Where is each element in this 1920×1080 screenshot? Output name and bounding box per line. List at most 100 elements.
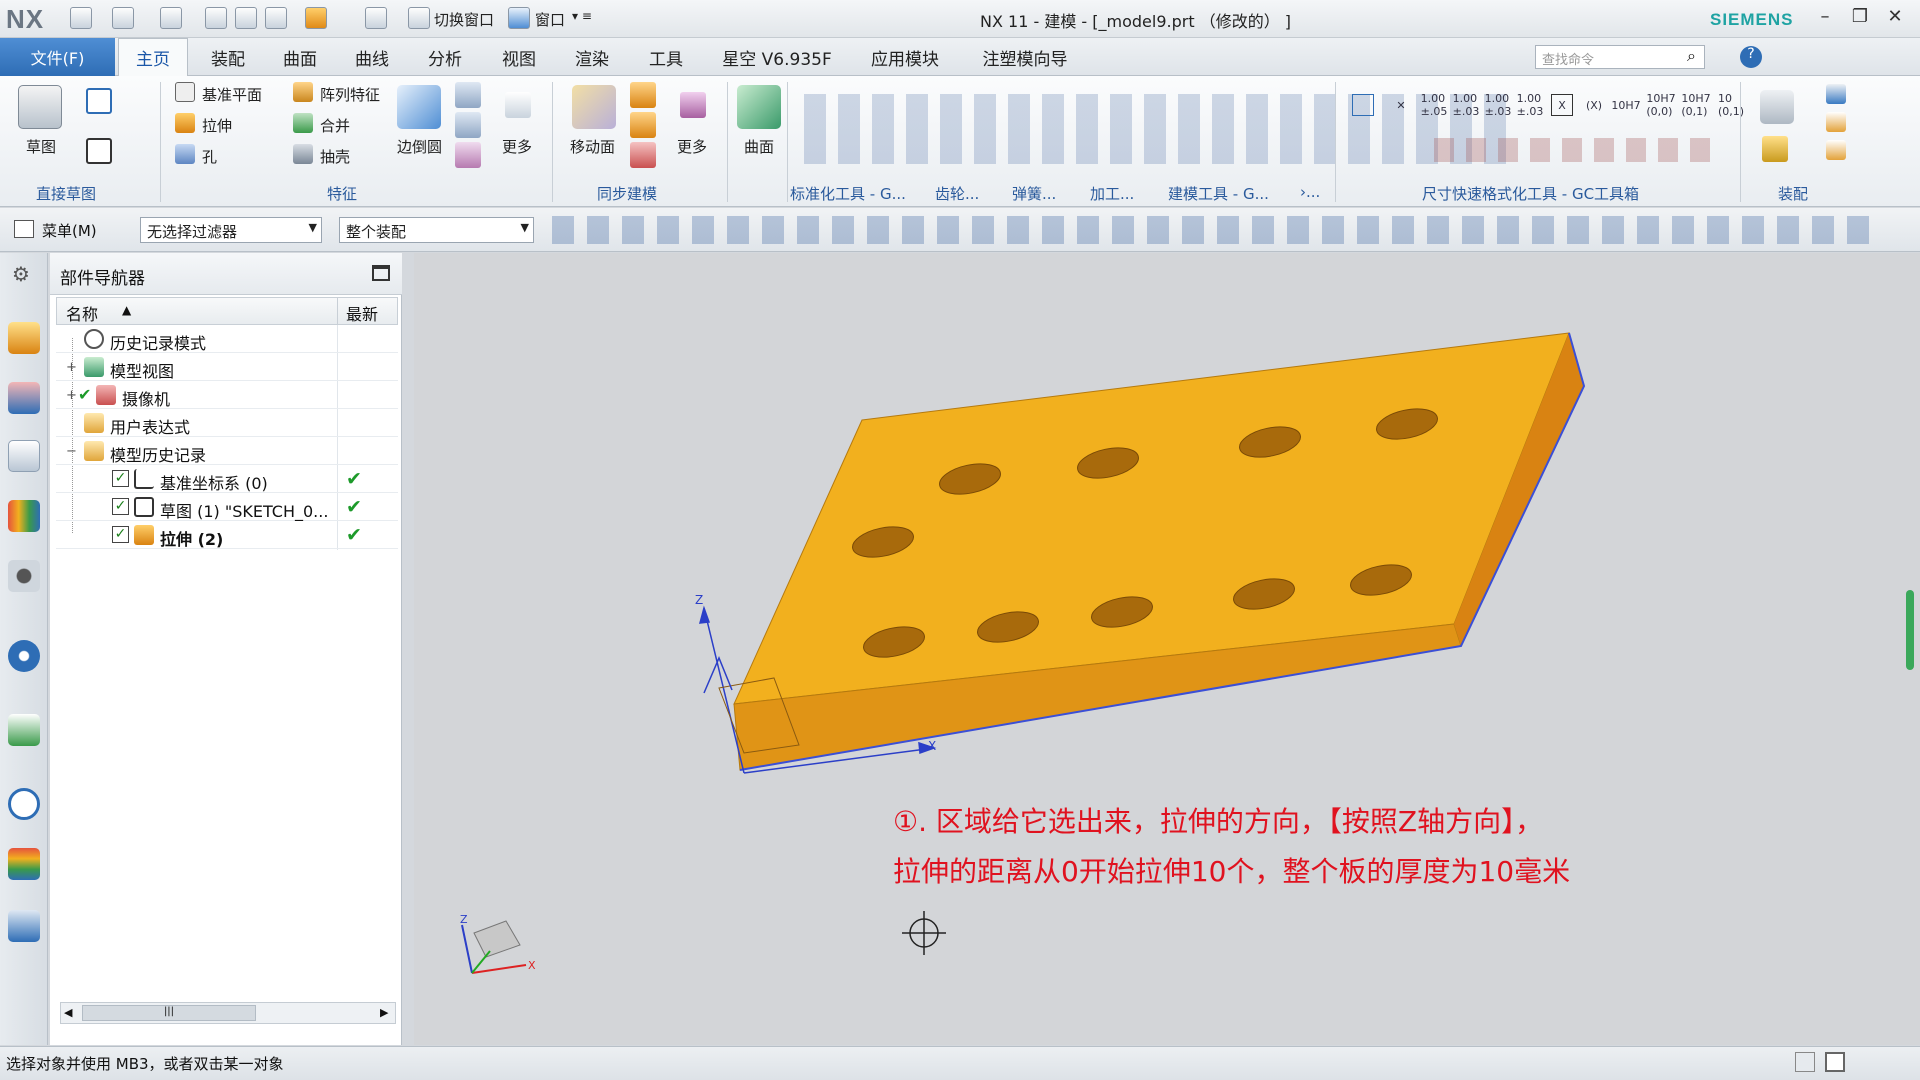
box-x-icon[interactable]: X bbox=[1551, 94, 1573, 116]
roles-icon[interactable] bbox=[8, 910, 40, 942]
pattern-feature-button[interactable]: 阵列特征 bbox=[320, 84, 380, 105]
feature-small-icon[interactable] bbox=[455, 82, 481, 108]
visibility-checkbox[interactable]: ✓ bbox=[112, 526, 129, 543]
unite-button[interactable]: 合并 bbox=[320, 115, 350, 136]
window-button[interactable]: 窗口 bbox=[535, 9, 565, 30]
tab-analysis[interactable]: 分析 bbox=[415, 38, 475, 76]
type-filter-select[interactable]: 无选择过滤器 ▼ bbox=[140, 217, 322, 243]
surface-icon[interactable] bbox=[737, 85, 781, 129]
palette-icon[interactable] bbox=[8, 848, 40, 880]
tab-file[interactable]: 文件(F) bbox=[0, 38, 115, 76]
graphics-scrollbar[interactable] bbox=[1906, 590, 1914, 670]
assembly-icon[interactable] bbox=[1760, 90, 1794, 124]
edge-blend-icon[interactable] bbox=[397, 85, 441, 129]
shell-button[interactable]: 抽壳 bbox=[320, 146, 350, 167]
feature-icon[interactable] bbox=[305, 7, 327, 29]
more-icon[interactable] bbox=[505, 92, 531, 118]
unite-icon[interactable] bbox=[293, 113, 313, 133]
tree-row-extrude[interactable]: ✓ 拉伸 (2) ✔ bbox=[56, 521, 398, 549]
gear-icon[interactable]: ⚙ bbox=[12, 262, 30, 286]
column-latest[interactable]: 最新 bbox=[346, 301, 378, 325]
move-face-icon[interactable] bbox=[572, 85, 616, 129]
snap-toolbar-icons[interactable] bbox=[546, 216, 1876, 244]
tolerance-1[interactable]: 1.00 ±.05 bbox=[1421, 92, 1448, 118]
edge-blend-button[interactable]: 边倒圆 bbox=[397, 136, 442, 157]
tab-curve[interactable]: 曲线 bbox=[342, 38, 402, 76]
copy-icon[interactable] bbox=[235, 7, 257, 29]
graphics-window[interactable]: Z X Z X bbox=[414, 253, 1920, 1045]
tree-row-user-expressions[interactable]: 用户表达式 bbox=[56, 409, 398, 437]
feature-more-button[interactable]: 更多 bbox=[502, 136, 532, 157]
fit-10h7-button[interactable]: 10H7 bbox=[1611, 94, 1640, 116]
assembly-small-icon[interactable] bbox=[1826, 112, 1846, 132]
clear-icon[interactable]: ✕ bbox=[1390, 94, 1412, 116]
curve-icon[interactable] bbox=[86, 88, 112, 114]
move-face-button[interactable]: 移动面 bbox=[570, 136, 615, 157]
history-icon[interactable] bbox=[8, 788, 40, 820]
tree-row-datum-csys[interactable]: ✓ 基准坐标系 (0) ✔ bbox=[56, 465, 398, 493]
dim-icon[interactable] bbox=[1352, 94, 1374, 116]
hole-button[interactable]: 孔 bbox=[202, 146, 217, 167]
redo-icon[interactable] bbox=[160, 7, 182, 29]
assembly-small-icon[interactable] bbox=[1826, 84, 1846, 104]
datum-plane-icon[interactable] bbox=[175, 82, 195, 102]
add-component-icon[interactable] bbox=[1762, 136, 1788, 162]
command-search-input[interactable]: 查找命令 bbox=[1535, 45, 1705, 69]
minimize-icon[interactable]: – bbox=[1810, 6, 1840, 30]
sort-ascending-icon[interactable]: ▲ bbox=[122, 303, 131, 317]
scope-select[interactable]: 整个装配 ▼ bbox=[339, 217, 534, 243]
sketch-icon[interactable] bbox=[18, 85, 62, 129]
undo-icon[interactable] bbox=[112, 7, 134, 29]
column-name[interactable]: 名称 bbox=[66, 301, 98, 325]
sync-icon[interactable] bbox=[630, 82, 656, 108]
view-icon[interactable] bbox=[8, 560, 40, 592]
tree-row-history-mode[interactable]: 历史记录模式 bbox=[56, 325, 398, 353]
datum-plane-button[interactable]: 基准平面 bbox=[202, 84, 262, 105]
reuse-library-icon[interactable] bbox=[8, 500, 40, 532]
sync-icon[interactable] bbox=[630, 142, 656, 168]
tolerance-2[interactable]: 1.00 ±.03 bbox=[1453, 92, 1480, 118]
sync-icon[interactable] bbox=[630, 112, 656, 138]
assembly-small-icon[interactable] bbox=[1826, 140, 1846, 160]
restore-icon[interactable]: ❐ bbox=[1845, 6, 1875, 30]
sketch-button[interactable]: 草图 bbox=[26, 136, 56, 157]
tab-tools[interactable]: 工具 bbox=[636, 38, 696, 76]
info-icon[interactable] bbox=[8, 640, 40, 672]
chevron-down-icon[interactable]: ▾ ≡ bbox=[572, 9, 592, 23]
tree-row-cameras[interactable]: + ✔ 摄像机 bbox=[56, 381, 398, 409]
help-icon[interactable]: ? bbox=[1740, 46, 1762, 68]
pattern-icon[interactable] bbox=[293, 82, 313, 102]
assembly-navigator-icon[interactable] bbox=[8, 322, 40, 354]
touch-mode-icon[interactable] bbox=[365, 7, 387, 29]
expand-icon[interactable]: + bbox=[66, 388, 77, 403]
menu-button[interactable]: 菜单(M) bbox=[42, 220, 97, 241]
window-icon[interactable] bbox=[508, 7, 530, 29]
fit-10h7-0-button[interactable]: 10H7 (0,0) bbox=[1646, 92, 1675, 118]
feature-small-icon[interactable] bbox=[455, 112, 481, 138]
paren-x-button[interactable]: (X) bbox=[1583, 94, 1605, 116]
tree-row-model-views[interactable]: + 模型视图 bbox=[56, 353, 398, 381]
expand-icon[interactable]: + bbox=[66, 360, 77, 375]
switch-window-button[interactable]: 切换窗口 bbox=[434, 9, 494, 30]
tab-assembly[interactable]: 装配 bbox=[198, 38, 258, 76]
scrollbar-thumb[interactable]: ||| bbox=[82, 1005, 256, 1021]
tab-render[interactable]: 渲染 bbox=[562, 38, 622, 76]
maximize-icon[interactable] bbox=[372, 265, 390, 281]
rectangle-icon[interactable] bbox=[86, 138, 112, 164]
fit-10h7-1-button[interactable]: 10H7 (0,1) bbox=[1681, 92, 1710, 118]
more-icon[interactable] bbox=[680, 92, 706, 118]
tab-applications[interactable]: 应用模块 bbox=[860, 38, 950, 76]
menu-icon[interactable] bbox=[14, 220, 34, 238]
save-icon[interactable] bbox=[70, 7, 92, 29]
shell-icon[interactable] bbox=[293, 144, 313, 164]
search-icon[interactable]: ⌕ bbox=[1687, 46, 1696, 66]
tolerance-4[interactable]: 1.00 ±.03 bbox=[1517, 92, 1544, 118]
paste-icon[interactable] bbox=[265, 7, 287, 29]
tab-home[interactable]: 主页 bbox=[118, 38, 188, 76]
constraint-navigator-icon[interactable] bbox=[8, 382, 40, 414]
scroll-left-icon[interactable]: ◀ bbox=[64, 1006, 72, 1019]
scroll-right-icon[interactable]: ▶ bbox=[380, 1006, 388, 1019]
feature-small-icon[interactable] bbox=[455, 142, 481, 168]
extrude-button[interactable]: 拉伸 bbox=[202, 115, 232, 136]
collapse-icon[interactable]: − bbox=[66, 444, 77, 459]
